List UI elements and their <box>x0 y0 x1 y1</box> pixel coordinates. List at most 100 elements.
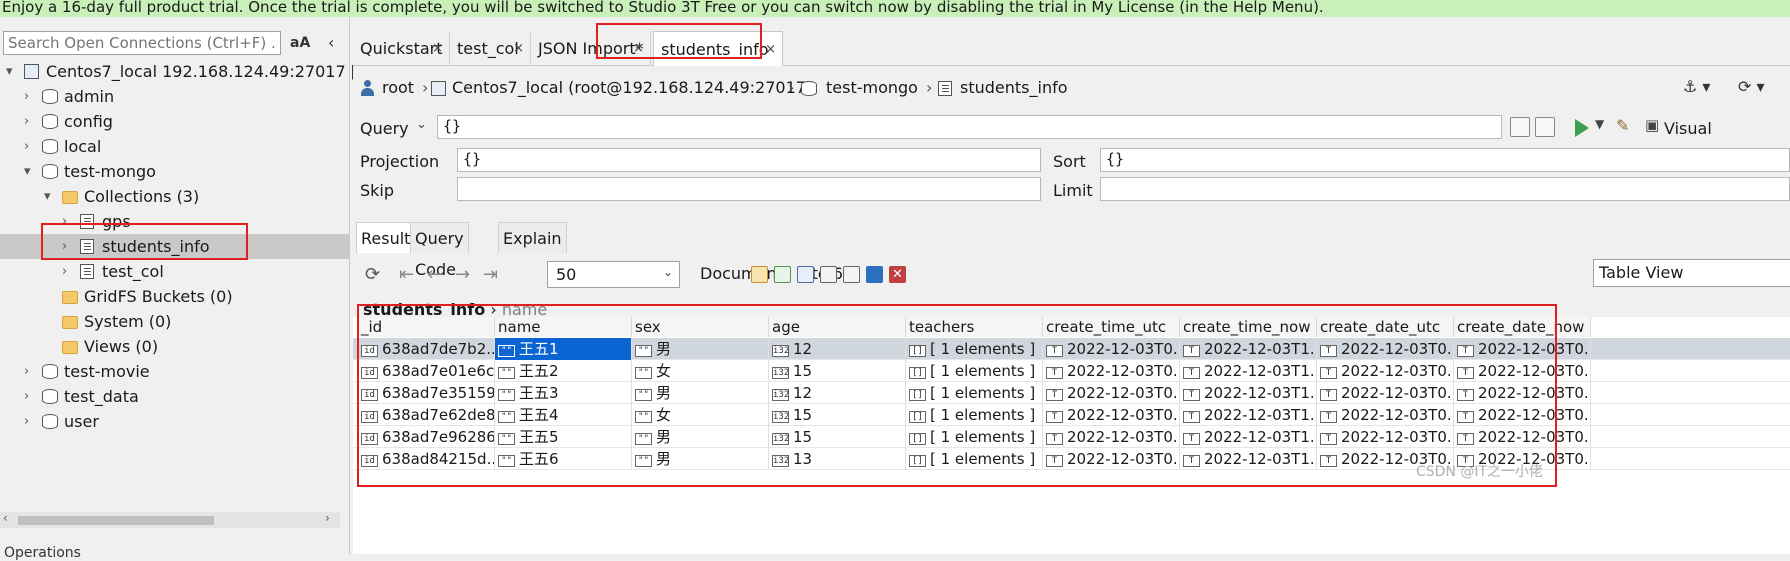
run-options-icon[interactable]: ▼ <box>1595 117 1604 131</box>
table-cell-sex[interactable]: "" 女 <box>632 404 769 426</box>
page-size-select[interactable]: 50 ⌄ <box>547 261 680 288</box>
tree-horizontal-scrollbar[interactable]: ‹ › <box>0 511 340 528</box>
lock-icon[interactable] <box>751 266 768 283</box>
tab-quickstart[interactable]: Quickstart × <box>353 31 450 66</box>
table-cell-create-date-now[interactable]: T 2022-12-03T0... <box>1454 426 1591 448</box>
column-header[interactable]: age <box>769 317 906 337</box>
refresh-icon[interactable]: ⟳ <box>365 264 380 285</box>
table-cell-teachers[interactable]: [] [ 1 elements ] <box>906 382 1043 404</box>
table-cell-age[interactable]: i32 12 <box>769 382 906 404</box>
chevron-down-icon[interactable]: ▾ <box>44 184 51 209</box>
table-cell-create-time-now[interactable]: T 2022-12-03T1... <box>1180 404 1317 426</box>
table-row[interactable]: id638ad7e62de8...""王五4""女i3215[][ 1 elem… <box>353 404 1790 426</box>
tree-item-system[interactable]: System (0) <box>0 309 350 334</box>
table-cell-create-time-now[interactable]: T 2022-12-03T1... <box>1180 426 1317 448</box>
table-cell-create-date-utc[interactable]: T 2022-12-03T0... <box>1317 426 1454 448</box>
table-cell-create-time-utc[interactable]: T 2022-12-03T0... <box>1043 448 1180 470</box>
table-row[interactable]: id638ad7e96286...""王五5""男i3215[][ 1 elem… <box>353 426 1790 448</box>
table-cell-create-time-now[interactable]: T 2022-12-03T1... <box>1180 360 1317 382</box>
tab-result[interactable]: Result <box>356 222 416 253</box>
table-cell-create-date-now[interactable]: T 2022-12-03T0... <box>1454 382 1591 404</box>
scroll-left-icon[interactable]: ‹ <box>3 511 8 525</box>
chevron-down-icon[interactable]: ▾ <box>6 59 13 84</box>
table-cell-create-time-now[interactable]: T 2022-12-03T1... <box>1180 338 1317 360</box>
query-input[interactable]: {} <box>437 115 1502 139</box>
table-cell-name[interactable]: "" 王五5 <box>495 426 632 448</box>
tree-item-config[interactable]: › config <box>0 109 350 134</box>
column-header[interactable]: create_time_utc <box>1043 317 1180 337</box>
tree-item-centos7_local[interactable]: ▾ Centos7_local 192.168.124.49:27017 [dir… <box>0 59 388 84</box>
tree-item-views[interactable]: Views (0) <box>0 334 350 359</box>
search-document-icon[interactable] <box>843 266 860 283</box>
table-row[interactable]: id 638ad7de7b2... "" 王五1 "" 男 i32 12[][ 1 eleme… <box>353 338 1790 360</box>
table-cell-create-date-now[interactable]: T 2022-12-03T0... <box>1454 338 1591 360</box>
limit-input[interactable] <box>1100 177 1790 201</box>
table-cell-name[interactable]: "" 王五6 <box>495 448 632 470</box>
tree-item-test-movie[interactable]: › test-movie <box>0 359 350 384</box>
anchor-icon[interactable]: ⚓ ▾ <box>1683 77 1710 99</box>
table-cell-age[interactable]: i32 15 <box>769 360 906 382</box>
tab-students-info[interactable]: students_info × <box>653 31 783 66</box>
table-cell-create-date-now[interactable]: T 2022-12-03T0... <box>1454 404 1591 426</box>
view-mode-select[interactable]: Table View <box>1593 259 1790 287</box>
column-header[interactable]: create_date_utc <box>1317 317 1454 337</box>
edit-document-icon[interactable] <box>820 266 837 283</box>
tree-item-test_col[interactable]: › test_col <box>0 259 350 284</box>
table-cell-age[interactable]: i32 15 <box>769 426 906 448</box>
breadcrumb-database[interactable]: test-mongo <box>826 77 918 99</box>
table-cell-age[interactable]: i32 15 <box>769 404 906 426</box>
table-cell-create-date-now[interactable]: T 2022-12-03T0... <box>1454 360 1591 382</box>
tree-item-students_info[interactable]: › students_info <box>0 234 350 259</box>
sort-input[interactable]: {} <box>1100 148 1790 172</box>
column-header[interactable]: create_date_now <box>1454 317 1591 337</box>
close-icon[interactable]: × <box>765 32 776 67</box>
view-json-icon[interactable] <box>797 266 814 283</box>
table-cell-create-date-utc[interactable]: T 2022-12-03T0... <box>1317 382 1454 404</box>
table-cell-create-time-utc[interactable]: T 2022-12-03T0... <box>1043 360 1180 382</box>
tree-item-user[interactable]: › user <box>0 409 350 434</box>
table-cell-create-time-now[interactable]: T 2022-12-03T1... <box>1180 448 1317 470</box>
previous-page-icon[interactable]: ← <box>427 264 442 285</box>
projection-input[interactable]: {} <box>457 148 1041 172</box>
chevron-right-icon[interactable]: › <box>24 384 29 409</box>
chevron-right-icon[interactable]: › <box>62 209 67 234</box>
table-cell-id[interactable]: id 638ad7e01e6c... <box>358 360 495 382</box>
chevron-right-icon[interactable]: › <box>24 409 29 434</box>
skip-input[interactable] <box>457 177 1041 201</box>
run-query-icon[interactable] <box>1575 119 1589 137</box>
column-header[interactable]: name <box>495 317 632 337</box>
table-cell-create-time-utc[interactable]: T 2022-12-03T0... <box>1043 426 1180 448</box>
table-cell-name[interactable]: "" 王五4 <box>495 404 632 426</box>
table-cell-sex[interactable]: "" 男 <box>632 448 769 470</box>
table-cell-name[interactable]: "" 王五3 <box>495 382 632 404</box>
table-cell-sex[interactable]: "" 男 <box>632 338 769 360</box>
table-row[interactable]: id638ad7e35159...""王五3""男i3212[][ 1 elem… <box>353 382 1790 404</box>
chevron-right-icon[interactable]: › <box>24 134 29 159</box>
tree-item-admin[interactable]: › admin <box>0 84 350 109</box>
visual-query-label[interactable]: Visual <box>1664 119 1712 138</box>
chevron-right-icon[interactable]: › <box>62 234 67 259</box>
table-cell-id[interactable]: id 638ad7e96286... <box>358 426 495 448</box>
table-cell-id[interactable]: id 638ad7e62de8... <box>358 404 495 426</box>
delete-icon[interactable]: ✕ <box>889 266 906 283</box>
table-cell-teachers[interactable]: [] [ 1 elements ] <box>906 448 1043 470</box>
table-cell-age[interactable]: i32 13 <box>769 448 906 470</box>
table-cell-id[interactable]: id 638ad7de7b2... <box>358 338 495 360</box>
tab-json-import[interactable]: JSON Import* × <box>531 31 651 66</box>
tree-item-gridfs[interactable]: GridFS Buckets (0) <box>0 284 350 309</box>
table-cell-create-date-utc[interactable]: T 2022-12-03T0... <box>1317 404 1454 426</box>
table-cell-create-time-utc[interactable]: T 2022-12-03T0... <box>1043 382 1180 404</box>
table-cell-create-time-utc[interactable]: T 2022-12-03T0... <box>1043 338 1180 360</box>
first-page-icon[interactable]: ⇤ <box>399 264 414 285</box>
chevron-right-icon[interactable]: › <box>62 259 67 284</box>
table-cell-sex[interactable]: "" 女 <box>632 360 769 382</box>
last-page-icon[interactable]: ⇥ <box>483 264 498 285</box>
breadcrumb-user[interactable]: root <box>382 77 414 99</box>
search-connections-input[interactable] <box>3 31 281 55</box>
table-cell-name[interactable]: "" 王五2 <box>495 360 632 382</box>
query-history-icon[interactable] <box>1510 117 1530 137</box>
table-cell-create-time-now[interactable]: T 2022-12-03T1... <box>1180 382 1317 404</box>
tree-item-test-mongo[interactable]: ▾ test-mongo <box>0 159 350 184</box>
table-cell-sex[interactable]: "" 男 <box>632 382 769 404</box>
font-size-toggle-icon[interactable]: aA <box>290 35 310 51</box>
